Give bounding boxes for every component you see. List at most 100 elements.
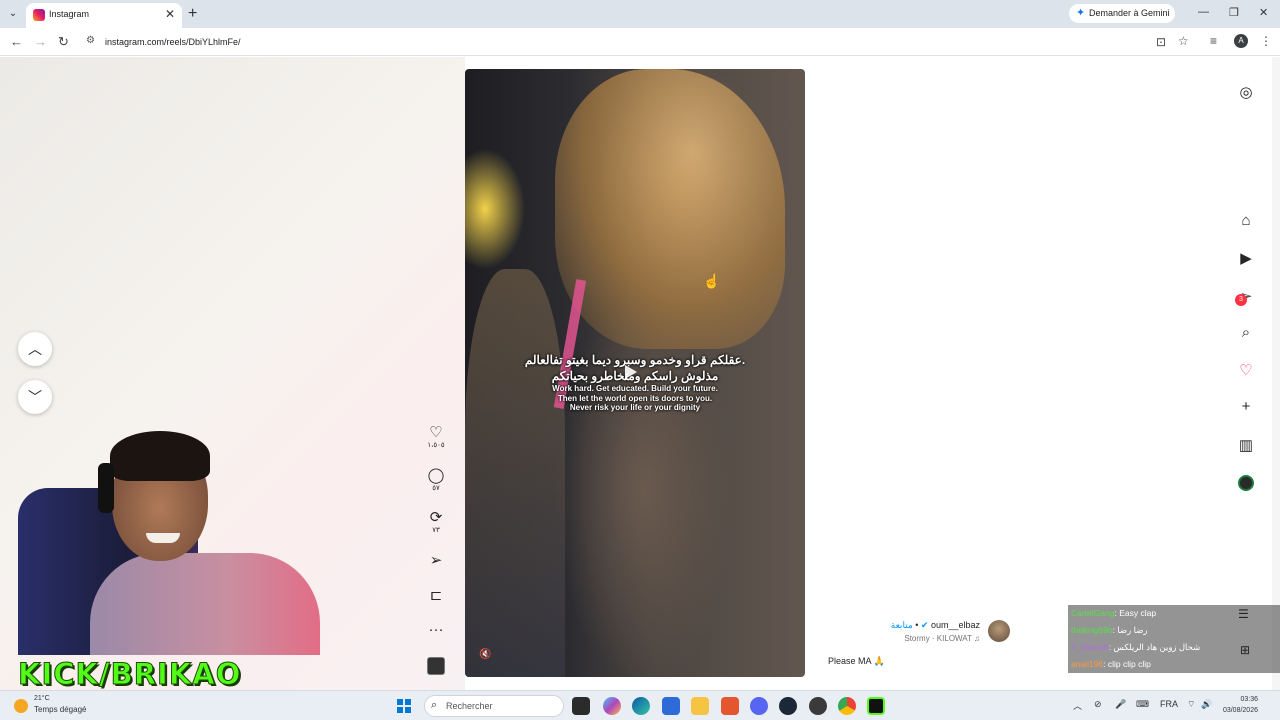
reel-video[interactable]: عقلكم قراو وخدمو وسبرو ديما بغيتو تفالعا… <box>465 69 805 677</box>
more-options-button[interactable]: ··· <box>420 622 452 638</box>
browser-menu-icon[interactable]: ⋮ <box>1260 34 1272 48</box>
close-window-icon[interactable]: ✕ <box>1259 6 1268 19</box>
headset-icon <box>98 463 114 513</box>
audio-thumbnail[interactable] <box>427 657 445 675</box>
music-info[interactable]: Stormy · KILOWAT ♫ <box>904 634 980 643</box>
obs-icon[interactable] <box>809 697 827 715</box>
file-explorer-icon[interactable] <box>691 697 709 715</box>
tray-network-icon[interactable]: ⊘ <box>1094 699 1102 710</box>
new-tab-button[interactable]: + <box>188 5 197 23</box>
address-bar[interactable]: ⚙ instagram.com/reels/DbiYLhlmFe/ ⊡ ☆ <box>80 31 1200 53</box>
language-indicator[interactable]: FRA <box>1160 699 1178 709</box>
play-icon[interactable] <box>625 365 637 379</box>
clock-time: 03:36 <box>1240 696 1258 703</box>
reels-icon[interactable]: ▶ <box>1232 249 1260 267</box>
edge-icon[interactable] <box>632 697 650 715</box>
gemini-icon: ✦ <box>1076 7 1086 19</box>
heart-icon: ♡ <box>429 424 443 441</box>
caption-english-line-2: Then let the world open its doors to you… <box>557 393 713 403</box>
follow-button[interactable]: متابعة <box>891 620 913 630</box>
hamburger-menu-icon[interactable]: ☰ <box>1238 607 1249 621</box>
copilot-icon[interactable] <box>603 697 621 715</box>
clock-date: 03/08/2026 <box>1222 707 1258 714</box>
streamer-smile <box>146 533 180 543</box>
create-icon[interactable]: + <box>1232 398 1260 415</box>
forward-icon[interactable]: → <box>34 34 47 49</box>
tab-close-icon[interactable]: ✕ <box>165 7 175 21</box>
install-app-icon[interactable]: ⊡ <box>1156 35 1166 49</box>
chrome-icon[interactable] <box>838 697 856 715</box>
next-reel-button[interactable]: ﹀ <box>18 380 52 414</box>
weather-icon[interactable] <box>14 699 28 713</box>
dashboard-icon[interactable]: ▥ <box>1232 436 1260 454</box>
tray-keyboard-icon[interactable]: ⌨ <box>1136 699 1149 710</box>
chat-user: CartelGang <box>1071 608 1115 618</box>
tab-search-icon[interactable]: ⌄ <box>6 7 20 21</box>
chat-user: anali196 <box>1071 659 1104 669</box>
author-avatar[interactable] <box>988 620 1010 642</box>
profile-icon[interactable] <box>1238 475 1254 491</box>
chat-message: theking99b: رضا رضا <box>1071 625 1148 636</box>
repost-icon: ⟳ <box>429 509 443 526</box>
maximize-icon[interactable]: ❐ <box>1229 6 1239 19</box>
site-info-icon[interactable]: ⚙ <box>86 35 95 46</box>
brave-icon[interactable] <box>721 697 739 715</box>
mouse-cursor-icon: ☝ <box>703 273 721 289</box>
previous-reel-button[interactable]: ︿ <box>18 332 52 366</box>
tray-wifi-icon[interactable]: ⌔ <box>1187 699 1195 710</box>
chat-user: T_sbounh <box>1071 642 1109 652</box>
back-icon[interactable]: ← <box>10 34 23 49</box>
tray-mic-icon[interactable]: 🎤 <box>1115 699 1126 710</box>
streamer-hair <box>110 431 210 481</box>
weather-temperature[interactable]: 21°C <box>34 695 50 702</box>
share-button[interactable]: ➢ <box>420 553 452 569</box>
chat-text: : رضا رضا <box>1112 625 1148 635</box>
windows-start-icon[interactable] <box>397 699 411 713</box>
browser-tab[interactable]: Instagram ✕ <box>26 3 182 28</box>
save-button[interactable]: ⊏ <box>420 588 452 604</box>
taskbar-search[interactable]: ⌕ Rechercher <box>424 695 564 717</box>
discord-icon[interactable] <box>750 697 768 715</box>
author-line: متابعة • ✔ oum__elbaz <box>891 620 980 631</box>
video-subject <box>555 69 785 349</box>
comment-button[interactable]: ◯ ٥٧ <box>420 468 452 493</box>
reel-author: متابعة • ✔ oum__elbaz Stormy · KILOWAT ♫ <box>870 617 1010 647</box>
page-scrollbar[interactable] <box>1272 57 1280 690</box>
streamer-webcam <box>0 423 330 655</box>
bookmark-star-icon[interactable]: ☆ <box>1178 34 1189 48</box>
gemini-label: Demander à Gemini <box>1089 8 1170 18</box>
bookmark-icon: ⊏ <box>429 587 443 604</box>
browser-toolbar: ← → ↻ ⚙ instagram.com/reels/DbiYLhlmFe/ … <box>0 28 1280 56</box>
home-icon[interactable]: ⌂ <box>1232 212 1260 229</box>
reload-icon[interactable]: ↻ <box>58 34 69 50</box>
steam-icon[interactable] <box>779 697 797 715</box>
like-button[interactable]: ♡ ١،٥٠٥ <box>420 425 452 450</box>
ask-gemini-button[interactable]: ✦ Demander à Gemini <box>1069 4 1175 23</box>
video-figure <box>465 269 565 677</box>
weather-text[interactable]: Temps dégagé <box>34 705 86 714</box>
search-icon: ⌕ <box>431 699 438 711</box>
author-name[interactable]: oum__elbaz <box>931 620 980 630</box>
url-text[interactable]: instagram.com/reels/DbiYLhlmFe/ <box>105 37 241 47</box>
caption-english-line-3: Never risk your life or your dignity <box>569 403 701 412</box>
repost-button[interactable]: ⟳ ٧٣ <box>420 510 452 535</box>
comment-count: ٥٧ <box>432 485 440 492</box>
browser-tab-strip: ⌄ Instagram ✕ + ✦ Demander à Gemini — ❐ … <box>0 0 1280 28</box>
media-controls-icon[interactable]: ≡ <box>1210 34 1217 48</box>
repost-count: ٧٣ <box>432 527 440 534</box>
notifications-icon[interactable]: ♡ <box>1232 361 1260 379</box>
minimize-icon[interactable]: — <box>1198 6 1209 18</box>
paper-plane-icon: ➢ <box>429 552 443 569</box>
profile-avatar[interactable]: A <box>1234 34 1248 48</box>
system-clock[interactable]: 03:36 03/08/2026 <box>1208 694 1258 716</box>
comment-icon: ◯ <box>427 467 445 484</box>
kick-app-icon[interactable] <box>867 697 885 715</box>
task-view-icon[interactable] <box>572 697 590 715</box>
instagram-icon[interactable]: ◎ <box>1232 83 1260 101</box>
search-icon[interactable]: ⌕ <box>1232 324 1260 341</box>
store-icon[interactable] <box>662 697 680 715</box>
mute-icon[interactable]: 🔇 <box>479 649 491 660</box>
reel-caption: عقلكم قراو وخدمو وسبرو ديما بغيتو تفالعا… <box>465 352 805 413</box>
grid-icon[interactable]: ⊞ <box>1240 643 1250 657</box>
tray-overflow-icon[interactable]: ︿ <box>1073 699 1082 712</box>
